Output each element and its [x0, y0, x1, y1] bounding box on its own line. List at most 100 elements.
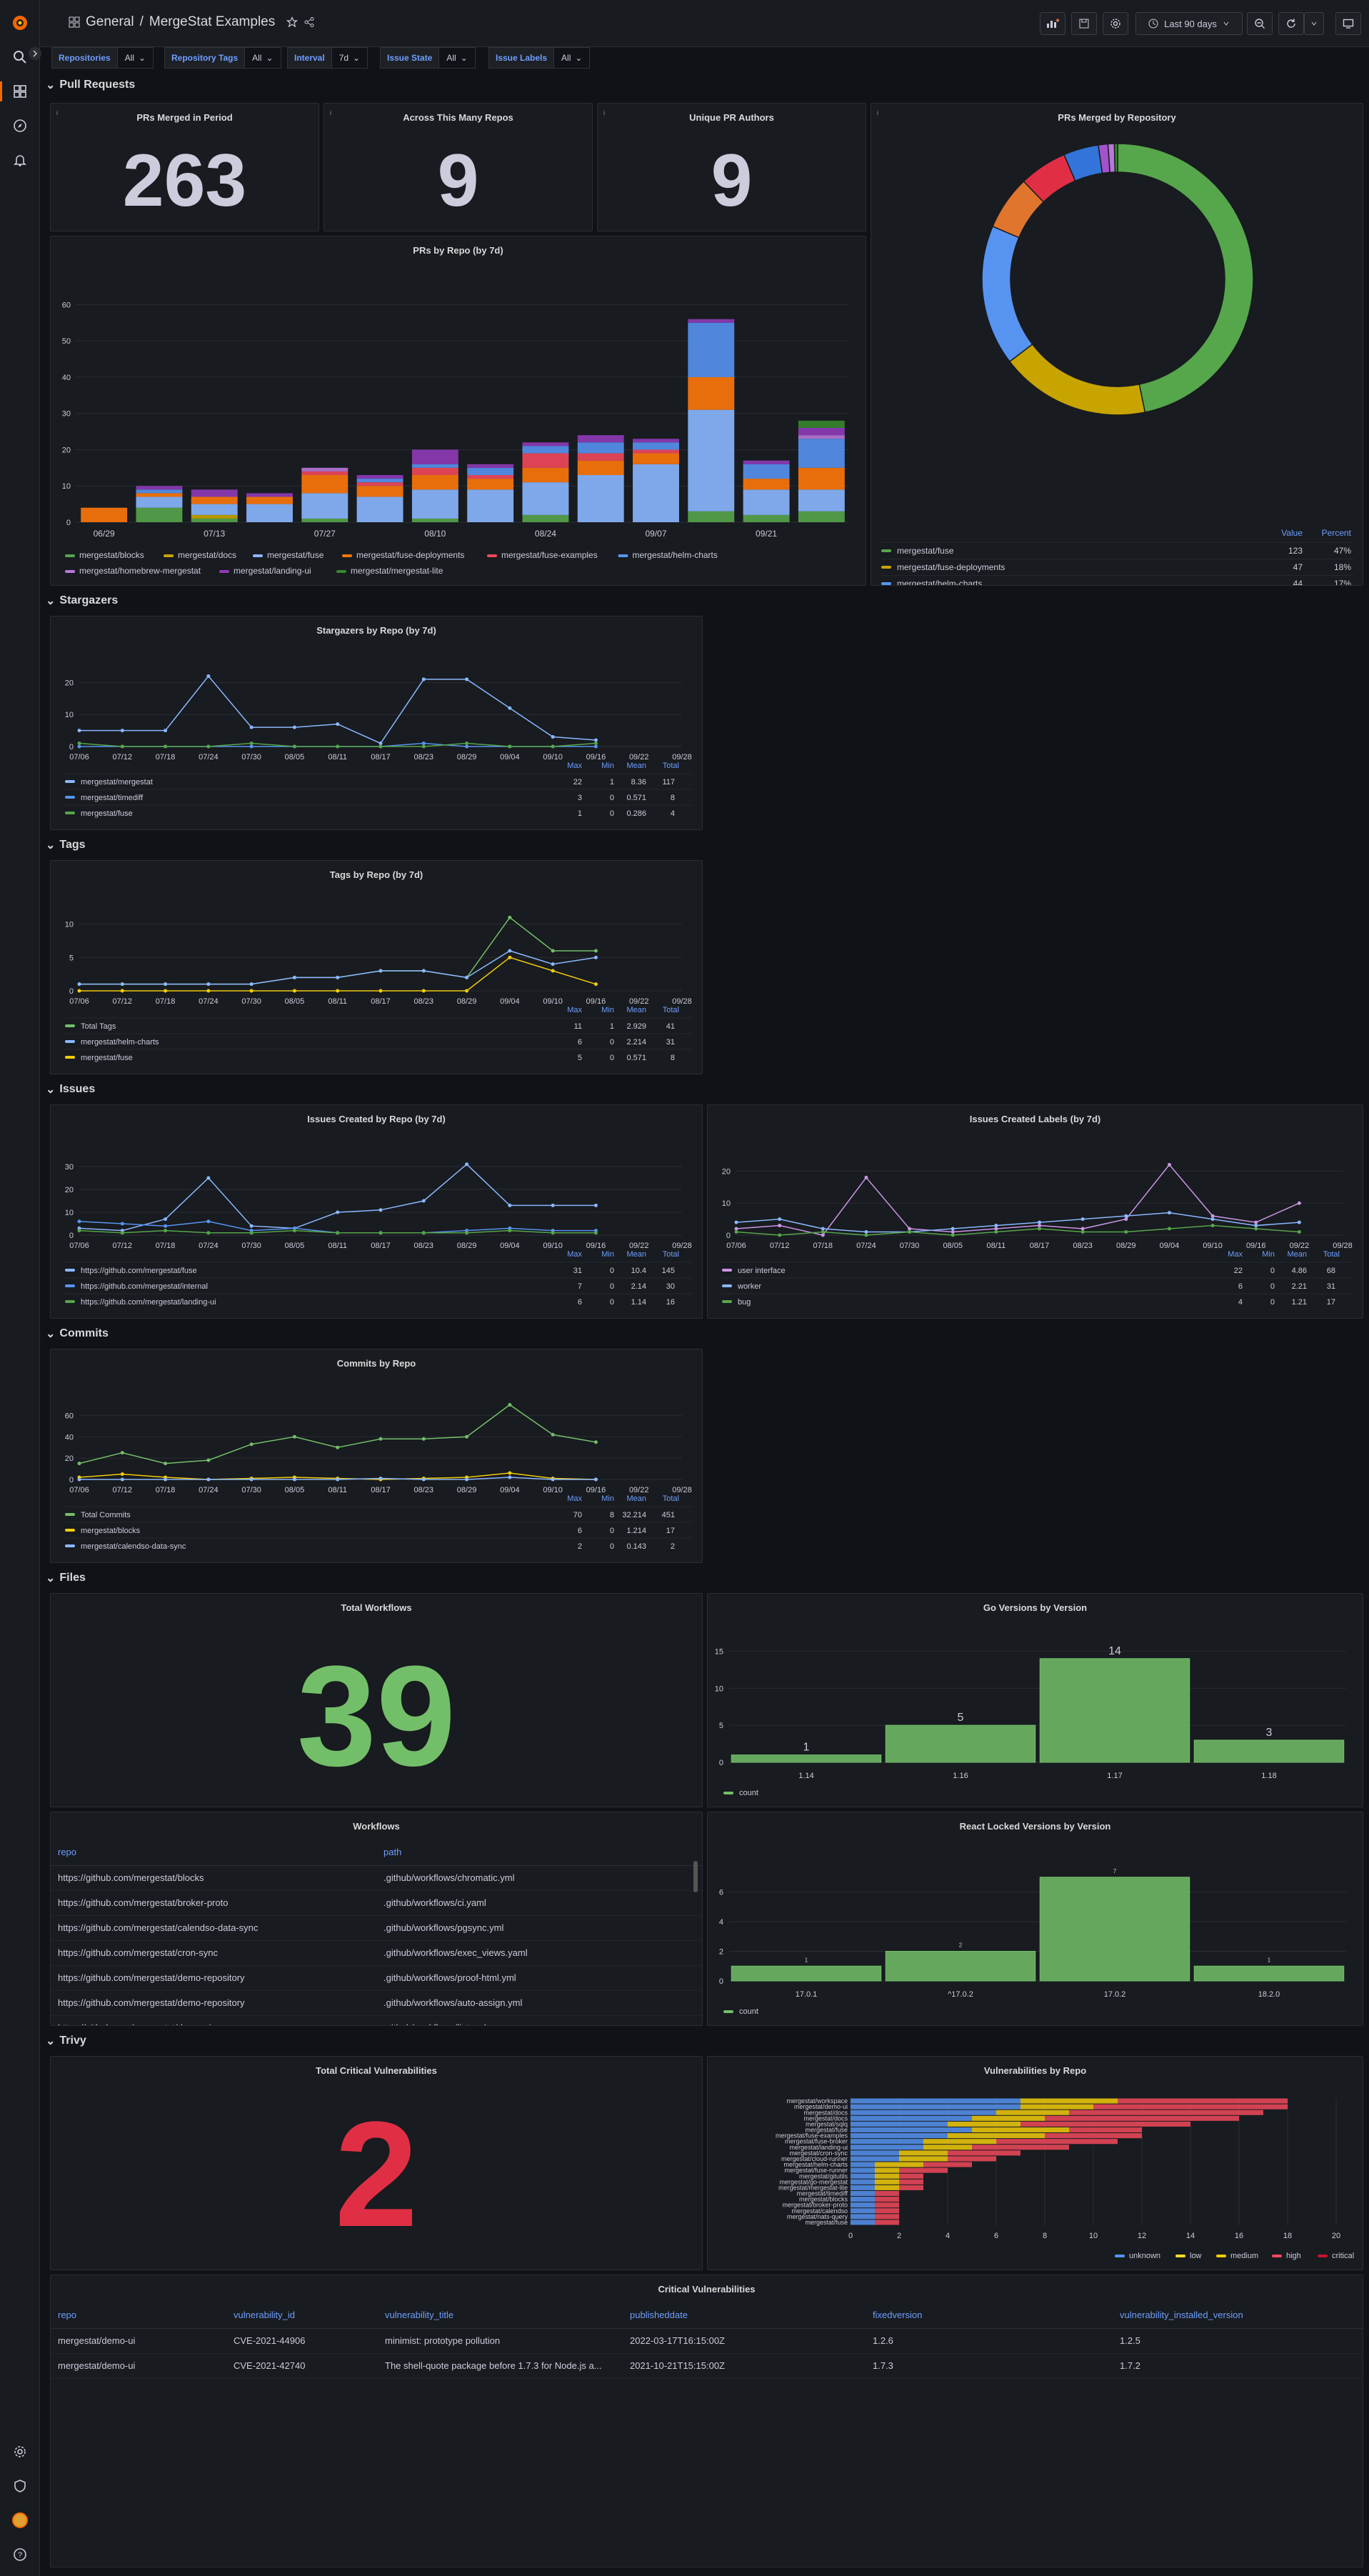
x-tick-label: 08/23 — [414, 1486, 434, 1494]
clock-icon — [1148, 19, 1158, 29]
x-tick-label: 08/05 — [285, 1242, 305, 1250]
var-issue-state[interactable]: Issue State All ⌄ — [380, 47, 476, 69]
row-pull-requests[interactable]: ⌄ Pull Requests — [46, 74, 1363, 96]
row-tags[interactable]: ⌄ Tags — [46, 834, 1363, 856]
x-tick-label: 08/11 — [986, 1242, 1006, 1250]
legend-label: worker — [737, 1282, 761, 1291]
alerting-bell-icon[interactable] — [10, 150, 30, 170]
stat-panel-repos[interactable]: i Across This Many Repos 9 — [324, 103, 593, 231]
legend-swatch — [65, 1056, 75, 1059]
var-repository-tags[interactable]: Repository Tags All ⌄ — [164, 47, 281, 69]
refresh-button[interactable] — [1278, 12, 1304, 35]
dashboard-title[interactable]: MergeStat Examples — [149, 14, 275, 30]
table-row[interactable]: https://github.com/mergestat/calendso-da… — [51, 1916, 702, 1941]
stat-panel-authors[interactable]: i Unique PR Authors 9 — [597, 103, 866, 231]
legend-min: 8 — [610, 1511, 614, 1519]
user-avatar[interactable] — [10, 2510, 30, 2530]
legend-header-value[interactable]: Value — [1281, 528, 1303, 538]
panel-issues-by-repo[interactable]: Issues Created by Repo (by 7d) 0 10 20 30 07… — [50, 1104, 703, 1319]
table-row[interactable]: https://github.com/mergestat/broker-prot… — [51, 1891, 702, 1916]
var-value[interactable]: All ⌄ — [245, 47, 281, 69]
panel-prs-by-repository[interactable]: i PRs Merged by Repository Value Percent m… — [871, 103, 1363, 586]
row-trivy[interactable]: ⌄ Trivy — [46, 2030, 1363, 2052]
table-row[interactable]: https://github.com/mergestat/demo-ui.git… — [51, 2016, 702, 2025]
var-value[interactable]: All ⌄ — [554, 47, 591, 69]
server-admin-shield-icon[interactable] — [10, 2476, 30, 2496]
var-issue-labels[interactable]: Issue Labels All ⌄ — [488, 47, 591, 69]
panel-commits[interactable]: Commits by Repo 0 20 40 60 07/06 07/12 07/18 07… — [50, 1349, 703, 1563]
var-repositories[interactable]: Repositories All ⌄ — [51, 47, 154, 69]
table-row[interactable]: https://github.com/mergestat/blocks .gith… — [51, 1866, 702, 1891]
row-commits[interactable]: ⌄ Commits — [46, 1323, 1363, 1344]
column-header[interactable]: publisheddate — [623, 2304, 866, 2328]
table-row[interactable]: https://github.com/mergestat/demo-reposi… — [51, 1966, 702, 1991]
data-point — [551, 735, 555, 739]
var-label: Interval — [287, 47, 332, 69]
scrollbar[interactable] — [693, 1861, 698, 1892]
save-dashboard-button[interactable] — [1071, 12, 1097, 35]
var-interval[interactable]: Interval 7d ⌄ — [287, 47, 368, 69]
panel-critical-vulnerabilities[interactable]: Critical Vulnerabilities repo vulnerabili… — [50, 2275, 1363, 2567]
panel-workflows[interactable]: Workflows repo path https://github.com/mer… — [50, 1812, 703, 2026]
panel-tags[interactable]: Tags by Repo (by 7d) 0 5 10 07/06 07/12 07/18… — [50, 860, 703, 1074]
panel-prs-by-repo-7d[interactable]: PRs by Repo (by 7d) 0 10 20 30 40 50 60 06/29 07… — [50, 236, 866, 586]
table-row[interactable]: https://github.com/mergestat/demo-reposi… — [51, 1991, 702, 2016]
panel-vulns-by-repo[interactable]: Vulnerabilities by Repo 0 2 4 6 8 10 12 14 16 18 2… — [707, 2056, 1363, 2270]
legend-item[interactable]: mergestat/fuse-deployments 47 18% — [881, 559, 1354, 574]
data-point — [206, 744, 211, 749]
dashboards-icon[interactable] — [0, 81, 30, 101]
stat-panel-total-workflows[interactable]: Total Workflows 39 — [50, 1593, 703, 1807]
stat-panel-prs-merged[interactable]: i PRs Merged in Period 263 — [50, 103, 319, 231]
panel-go-versions[interactable]: Go Versions by Version 0 5 10 15 1 1.14 5 1.16 1… — [707, 1593, 1363, 1807]
table-row[interactable]: mergestat/demo-ui CVE-2021-44906 minimist:… — [51, 2329, 1363, 2354]
grafana-logo-icon[interactable] — [10, 13, 30, 33]
legend-item[interactable]: mergestat/helm-charts 44 17% — [881, 575, 1354, 585]
table-row[interactable]: https://github.com/mergestat/cron-sync .g… — [51, 1941, 702, 1966]
data-point — [164, 729, 168, 733]
column-header[interactable]: vulnerability_installed_version — [1113, 2304, 1363, 2328]
x-tick-label: 08/17 — [1030, 1242, 1050, 1250]
star-icon[interactable] — [286, 16, 299, 28]
table-row[interactable]: mergestat/demo-ui CVE-2021-42740 The shell… — [51, 2354, 1363, 2379]
x-tick-label: 08/24 — [535, 529, 556, 539]
column-header[interactable]: fixedversion — [866, 2304, 1113, 2328]
column-header[interactable]: repo — [51, 1841, 376, 1865]
legend-total: 8 — [671, 1054, 675, 1062]
column-header[interactable]: path — [376, 1841, 691, 1865]
refresh-icon — [1287, 19, 1295, 28]
share-icon[interactable] — [304, 16, 315, 28]
panel-issues-labels[interactable]: Issues Created Labels (by 7d) 0 10 20 07/06… — [707, 1104, 1363, 1319]
legend-label: Total Tags — [81, 1022, 116, 1031]
stat-panel-critical-vulns[interactable]: Total Critical Vulnerabilities 2 — [50, 2056, 703, 2270]
time-picker-button[interactable]: Last 90 days — [1135, 12, 1243, 35]
bar-segment — [246, 496, 293, 504]
row-stargazers[interactable]: ⌄ Stargazers — [46, 590, 1363, 611]
legend-total: 145 — [662, 1267, 675, 1275]
data-point — [593, 949, 598, 953]
explore-icon[interactable] — [10, 116, 30, 136]
add-panel-button[interactable] — [1040, 12, 1065, 35]
column-header[interactable]: repo — [51, 2304, 226, 2328]
breadcrumb-folder[interactable]: General — [86, 14, 134, 30]
var-value[interactable]: All ⌄ — [439, 47, 476, 69]
x-tick-label: 14 — [1186, 2232, 1195, 2240]
row-issues[interactable]: ⌄ Issues — [46, 1079, 1363, 1100]
legend-header-percent[interactable]: Percent — [1322, 528, 1351, 538]
configuration-gear-icon[interactable] — [10, 2442, 30, 2462]
panel-react-versions[interactable]: React Locked Versions by Version 0 2 4 6 1 17… — [707, 1812, 1363, 2026]
legend-item[interactable]: mergestat/fuse 123 47% — [881, 542, 1354, 558]
column-header[interactable]: vulnerability_id — [226, 2304, 378, 2328]
row-files[interactable]: ⌄ Files — [46, 1567, 1363, 1589]
tv-mode-button[interactable] — [1335, 12, 1361, 35]
legend-swatch — [1318, 2255, 1328, 2257]
panel-stargazers[interactable]: Stargazers by Repo (by 7d) 0 10 20 07/06 07/… — [50, 616, 703, 830]
var-value[interactable]: 7d ⌄ — [331, 47, 368, 69]
search-icon[interactable] — [10, 47, 30, 67]
refresh-interval-dropdown[interactable] — [1304, 12, 1324, 35]
dashboard-settings-button[interactable] — [1103, 12, 1128, 35]
zoom-out-button[interactable] — [1247, 12, 1273, 35]
help-icon[interactable]: ? — [10, 2545, 30, 2565]
column-header[interactable]: vulnerability_title — [378, 2304, 623, 2328]
var-value[interactable]: All ⌄ — [117, 47, 154, 69]
data-point — [292, 1229, 296, 1233]
